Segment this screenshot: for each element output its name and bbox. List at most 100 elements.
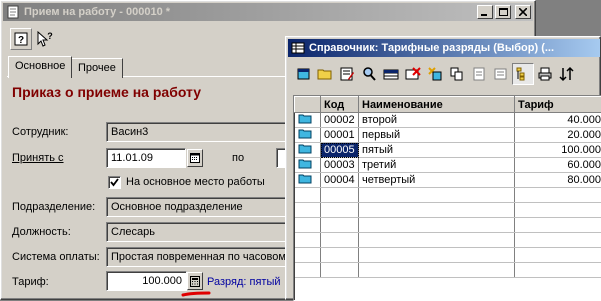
employee-label: Сотрудник:: [12, 126, 69, 138]
column-header-icon[interactable]: [295, 97, 321, 113]
catalog-icon: [291, 41, 305, 55]
row-name: второй: [359, 113, 515, 128]
folder-icon: [298, 113, 312, 124]
delete-button[interactable]: [402, 63, 424, 85]
checkmark-icon: [109, 177, 120, 188]
hire-order-titlebar[interactable]: Прием на работу - 000010 *: [3, 3, 533, 21]
row-code: 00003: [321, 158, 359, 173]
row-tariff: 100.000: [515, 143, 601, 158]
delete-icon: [405, 66, 421, 82]
row-name: первый: [359, 128, 515, 143]
tab-other-label: Прочее: [78, 62, 116, 74]
main-job-checkbox[interactable]: [108, 176, 121, 189]
add-row-button[interactable]: [380, 63, 402, 85]
help-icon: ?: [14, 32, 28, 46]
list-view-button[interactable]: [512, 63, 534, 85]
hire-date-label: Принять с: [12, 152, 64, 164]
tree-button[interactable]: [446, 63, 468, 85]
edit-button[interactable]: [336, 63, 358, 85]
table-header-row: Код Наименование Тариф: [295, 97, 601, 113]
row-icon-cell: [295, 158, 321, 173]
department-field[interactable]: Основное подразделение: [106, 197, 296, 217]
empty-row: [295, 218, 601, 233]
duplicate-button[interactable]: [468, 63, 490, 85]
catalog-table-container: Код Наименование Тариф 00002 второй 40.0…: [293, 95, 601, 301]
calendar-button[interactable]: [187, 149, 203, 167]
calculator-icon: [190, 276, 200, 287]
minimize-button[interactable]: [477, 5, 493, 19]
row-tariff: 40.000: [515, 113, 601, 128]
red-annotation-underline: [181, 290, 211, 298]
document-button[interactable]: [490, 63, 512, 85]
column-header-name[interactable]: Наименование: [359, 97, 515, 113]
copy-button[interactable]: [424, 63, 446, 85]
catalog-title: Справочник: Тарифные разряды (Выбор) (..…: [309, 42, 554, 54]
main-job-label: На основное место работы: [126, 176, 265, 188]
payment-system-field[interactable]: Простая повременная по часовом: [106, 247, 296, 267]
hire-date-field[interactable]: 11.01.09: [106, 148, 186, 168]
window-title: Прием на работу - 000010 *: [24, 6, 170, 18]
whats-this-icon: ?: [36, 31, 54, 47]
folder-icon: [298, 158, 312, 169]
tree-icon: [449, 66, 465, 82]
whats-this-button[interactable]: ?: [34, 28, 56, 50]
sort-button[interactable]: [556, 63, 578, 85]
open-folder-icon: [317, 66, 333, 82]
open-folder-button[interactable]: [314, 63, 336, 85]
minimize-icon: [481, 8, 489, 16]
calculator-button[interactable]: [187, 272, 203, 290]
column-header-tariff[interactable]: Тариф: [515, 97, 601, 113]
add-row-icon: [383, 66, 399, 82]
table-row[interactable]: 00004 четвертый 80.000: [295, 173, 601, 188]
row-icon-cell: [295, 128, 321, 143]
row-name: третий: [359, 158, 515, 173]
tariff-label: Тариф:: [12, 276, 49, 288]
list-view-icon: [515, 66, 531, 82]
tab-main[interactable]: Основное: [8, 56, 72, 78]
sort-icon: [559, 66, 575, 82]
print-button[interactable]: [534, 63, 556, 85]
row-icon-cell: [295, 143, 321, 158]
folder-icon: [298, 143, 312, 154]
row-tariff: 20.000: [515, 128, 601, 143]
catalog-titlebar[interactable]: Справочник: Тарифные разряды (Выбор) (..…: [288, 39, 600, 57]
close-button[interactable]: [515, 5, 531, 19]
row-code: 00002: [321, 113, 359, 128]
row-name: четвертый: [359, 173, 515, 188]
folder-icon: [298, 128, 312, 139]
row-icon-cell: [295, 173, 321, 188]
position-label: Должность:: [12, 226, 71, 238]
to-date-label: по: [232, 152, 244, 164]
position-field[interactable]: Слесарь: [106, 222, 296, 242]
tab-main-label: Основное: [15, 60, 65, 72]
table-row[interactable]: 00002 второй 40.000: [295, 113, 601, 128]
table-row[interactable]: 00001 первый 20.000: [295, 128, 601, 143]
maximize-icon: [499, 8, 508, 16]
find-button[interactable]: [358, 63, 380, 85]
empty-row: [295, 263, 601, 278]
copy-icon: [427, 66, 443, 82]
employee-field[interactable]: Васин3: [106, 122, 296, 142]
payment-system-label: Система оплаты:: [12, 251, 100, 263]
table-row[interactable]: 00003 третий 60.000: [295, 158, 601, 173]
row-tariff: 80.000: [515, 173, 601, 188]
close-icon: [519, 8, 527, 16]
column-header-code[interactable]: Код: [321, 97, 359, 113]
document-icon: [493, 66, 509, 82]
empty-row: [295, 248, 601, 263]
help-button[interactable]: ?: [10, 28, 32, 50]
row-tariff: 60.000: [515, 158, 601, 173]
maximize-button[interactable]: [495, 5, 511, 19]
hire-date-label-text: Принять с: [12, 152, 64, 164]
table-row-selected[interactable]: 00005 пятый 100.000: [295, 143, 601, 158]
catalog-toolbar: [290, 63, 600, 87]
tariff-field[interactable]: 100.000: [106, 271, 187, 291]
empty-row: [295, 203, 601, 218]
tab-other[interactable]: Прочее: [71, 58, 123, 78]
grade-link[interactable]: Разряд: пятый: [207, 276, 281, 288]
new-button[interactable]: [292, 63, 314, 85]
empty-row: [295, 233, 601, 248]
catalog-table: Код Наименование Тариф 00002 второй 40.0…: [294, 96, 601, 278]
row-name: пятый: [359, 143, 515, 158]
new-icon: [295, 66, 311, 82]
